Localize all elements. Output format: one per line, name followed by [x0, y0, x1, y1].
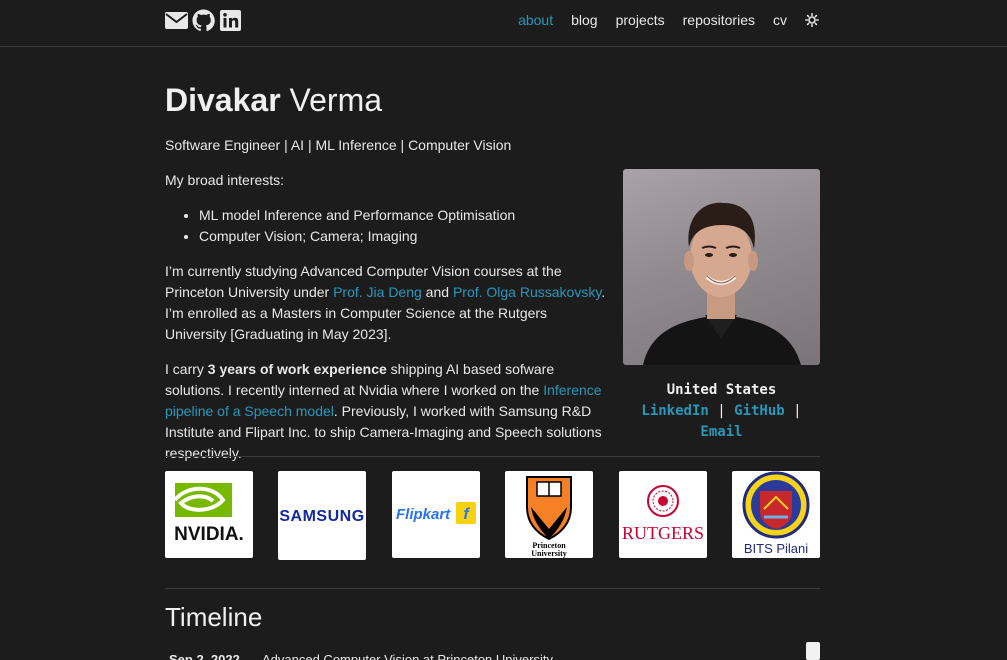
email-link[interactable]: Email	[700, 424, 742, 440]
logo-text: NVIDIA.	[174, 524, 244, 545]
link-separator: |	[793, 403, 802, 419]
nav-link-repositories[interactable]: repositories	[683, 12, 755, 28]
page-title: Divakar Verma	[165, 80, 820, 120]
samsung-logo[interactable]: SAMSUNG	[278, 471, 366, 560]
table-row: Sep 2, 2022 Advanced Computer Vision at P…	[169, 652, 820, 660]
logo-text: SAMSUNG	[279, 508, 364, 525]
github-icon[interactable]	[192, 9, 215, 32]
first-name: Divakar	[165, 82, 281, 118]
flipkart-logo[interactable]: Flipkart f	[392, 471, 480, 558]
timeline-heading: Timeline	[165, 602, 263, 632]
logo-text: RUTGERS	[622, 523, 704, 543]
last-name: Verma	[289, 82, 383, 118]
logo-text: BITS Pilani	[744, 541, 808, 556]
timeline-scrollbar[interactable]	[806, 642, 820, 660]
profile-info: United States LinkedIn | GitHub | Email	[623, 380, 820, 443]
nav-links: about blog projects repositories cv	[500, 12, 819, 28]
timeline-text: Advanced Computer Vision at Princeton Un…	[262, 652, 553, 660]
princeton-logo[interactable]: Princeton University	[505, 471, 593, 558]
interests-intro: My broad interests:	[165, 172, 285, 188]
timeline-date: Sep 2, 2022	[169, 652, 240, 660]
profile-card: United States LinkedIn | GitHub | Email	[623, 169, 820, 443]
rutgers-logo[interactable]: RUTGERS	[619, 471, 707, 558]
text-span: and	[421, 284, 453, 300]
list-item: ML model Inference and Performance Optim…	[199, 205, 610, 226]
logo-text: Flipkart	[396, 506, 451, 523]
svg-text:University: University	[531, 549, 567, 558]
github-link[interactable]: GitHub	[734, 403, 785, 419]
divider	[165, 588, 820, 589]
main-content: Divakar Verma Software Engineer | AI | M…	[165, 80, 820, 660]
link-jia-deng[interactable]: Prof. Jia Deng	[333, 284, 422, 300]
nav-link-about[interactable]: about	[518, 12, 553, 28]
nav-link-projects[interactable]: projects	[616, 12, 665, 28]
bold-text: 3 years of work experience	[207, 361, 387, 377]
link-separator: |	[717, 403, 726, 419]
profile-photo	[623, 169, 820, 365]
linkedin-link[interactable]: LinkedIn	[641, 403, 708, 419]
list-item: Computer Vision; Camera; Imaging	[199, 226, 610, 247]
bits-logo[interactable]: BITS Pilani	[732, 471, 820, 558]
profile-links: LinkedIn | GitHub |	[623, 401, 820, 422]
logo-row: NVIDIA. SAMSUNG Flipkart f Princeton Uni…	[165, 471, 820, 560]
link-olga-russakovsky[interactable]: Prof. Olga Russakovsky	[453, 284, 601, 300]
page-subtitle: Software Engineer | AI | ML Inference | …	[165, 137, 512, 153]
about-paragraph-1: I’m currently studying Advanced Computer…	[165, 261, 610, 345]
divider	[165, 456, 820, 457]
sun-icon[interactable]	[805, 13, 819, 27]
interests-list: ML model Inference and Performance Optim…	[199, 205, 610, 247]
location-text: United States	[666, 382, 777, 398]
nav-link-cv[interactable]: cv	[773, 12, 787, 28]
text-span: I carry	[165, 361, 208, 377]
linkedin-icon[interactable]	[219, 9, 242, 32]
about-paragraph-2: I carry 3 years of work experience shipp…	[165, 359, 610, 464]
navbar: about blog projects repositories cv	[0, 0, 1007, 47]
nav-link-blog[interactable]: blog	[571, 12, 597, 28]
nvidia-logo[interactable]: NVIDIA.	[165, 471, 253, 558]
about-text: My broad interests: ML model Inference a…	[165, 170, 610, 478]
social-icons	[165, 9, 242, 32]
envelope-icon[interactable]	[165, 9, 188, 32]
